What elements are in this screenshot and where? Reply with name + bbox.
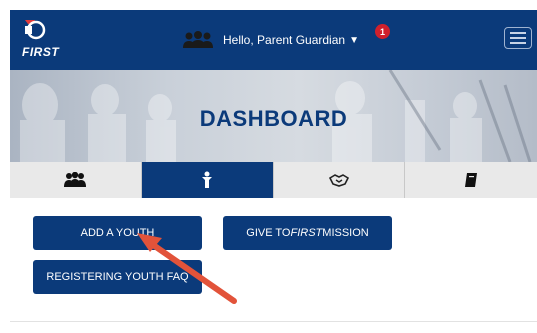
add-youth-button[interactable]: ADD A YOUTH	[33, 216, 202, 250]
page-title: DASHBOARD	[199, 106, 348, 131]
book-icon	[465, 173, 478, 187]
dashboard-tabs	[10, 162, 537, 198]
tab-resources[interactable]	[405, 162, 537, 198]
top-header: FIRST Hello, Parent Guardian ▼ 1	[10, 10, 537, 70]
handshake-icon	[328, 174, 349, 187]
dashboard-hero: DASHBOARD	[10, 70, 537, 162]
first-logo[interactable]: FIRST	[18, 18, 78, 62]
people-group-icon	[64, 172, 87, 187]
logo-text: FIRST	[22, 45, 60, 59]
tab-youth[interactable]	[141, 162, 274, 198]
hamburger-icon	[510, 32, 526, 34]
tab-family[interactable]	[10, 162, 142, 198]
dashboard-actions: ADD A YOUTH GIVE TO FIRST MISSION REGIST…	[10, 198, 537, 322]
greeting-text: Hello, Parent Guardian	[223, 33, 346, 47]
hamburger-menu-button[interactable]	[504, 27, 532, 49]
people-group-icon	[183, 31, 213, 48]
user-greeting[interactable]: Hello, Parent Guardian ▼ 1	[182, 24, 390, 51]
registering-youth-faq-button[interactable]: REGISTERING YOUTH FAQ	[33, 260, 202, 294]
first-logo-icon	[25, 20, 46, 40]
chevron-down-icon: ▼	[349, 34, 359, 46]
person-icon	[202, 171, 213, 188]
give-to-first-mission-button[interactable]: GIVE TO FIRST MISSION	[223, 216, 392, 250]
notification-badge[interactable]: 1	[375, 24, 390, 39]
tab-volunteer[interactable]	[273, 162, 406, 198]
